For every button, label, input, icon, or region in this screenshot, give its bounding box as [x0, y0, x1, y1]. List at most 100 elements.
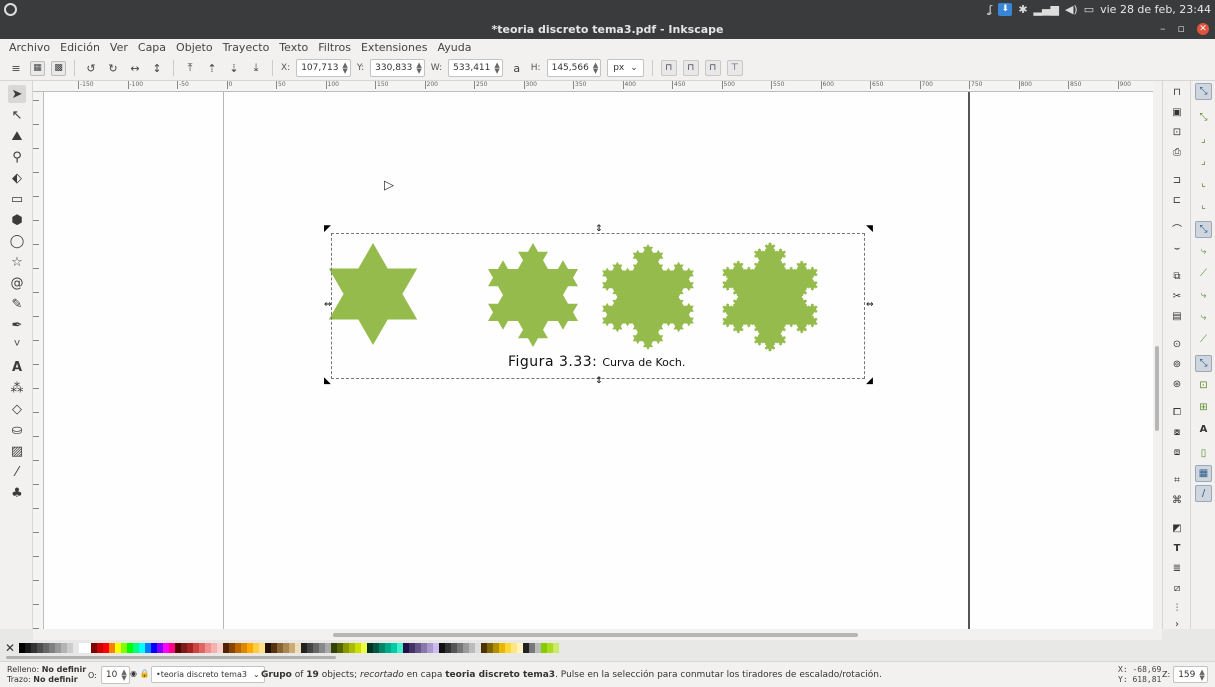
h-input[interactable]: 145,566 ▲ ▼	[546, 59, 602, 77]
select-all-layers-icon[interactable]: ▦	[30, 60, 45, 76]
lower-to-bottom-icon[interactable]: ⤓	[248, 60, 264, 76]
scale-handle-icon[interactable]: ⇕	[595, 377, 603, 386]
snap-text-baseline-icon[interactable]: A	[1195, 421, 1212, 438]
update-icon[interactable]: ⬇	[998, 3, 1013, 16]
chevron-right-icon[interactable]: ›	[1170, 617, 1184, 631]
snap-guides-icon[interactable]: /	[1195, 485, 1212, 502]
scale-handle-icon[interactable]: ◣	[324, 377, 331, 386]
snap-bbox-centers-icon[interactable]: ⌞	[1195, 197, 1212, 214]
zoom-drawing-icon[interactable]: ⊚	[1170, 357, 1184, 371]
x-value[interactable]: 107,713	[301, 63, 338, 73]
export-icon[interactable]: ⊏	[1170, 193, 1184, 207]
snap-page-border-icon[interactable]: ▯	[1195, 445, 1212, 462]
menu-edicion[interactable]: Edición	[60, 41, 100, 54]
wifi-signal-icon[interactable]: ▂▄▆	[1034, 3, 1059, 16]
opacity-value[interactable]: 10	[106, 670, 117, 680]
snap-midpoints-icon[interactable]: ⟋	[1195, 331, 1212, 348]
snap-cusp-nodes-icon[interactable]: ⤷	[1195, 287, 1212, 304]
spin-arrows-icon[interactable]: ▲ ▼	[121, 669, 126, 682]
maximize-icon[interactable]: ▫	[1178, 22, 1185, 35]
open-icon[interactable]: ▣	[1170, 105, 1184, 119]
fill-value[interactable]: No definir	[42, 665, 86, 674]
vertical-ruler[interactable]	[33, 92, 44, 629]
spin-arrows-icon[interactable]: ▲ ▼	[342, 62, 347, 75]
layer-visibility-icon[interactable]: ◉ 🔒	[130, 669, 149, 678]
zoom-input[interactable]: 159 ▲ ▼	[1173, 666, 1208, 683]
snap-bbox-corners-icon[interactable]: ⌟	[1195, 153, 1212, 170]
snap-enable-icon[interactable]: ⤡	[1195, 83, 1212, 100]
snap-bbox-edges-icon[interactable]: ⌟	[1195, 131, 1212, 148]
deselect-icon[interactable]: ▩	[51, 60, 66, 76]
save-icon[interactable]: ⊡	[1170, 125, 1184, 139]
import-icon[interactable]: ⊐	[1170, 173, 1184, 187]
transform-gradients-icon[interactable]: ⊓	[704, 60, 721, 76]
opacity-input[interactable]: 10 ▲ ▼	[100, 666, 130, 684]
zoom-page-icon[interactable]: ⊛	[1170, 377, 1184, 391]
volume-icon[interactable]: ◀)	[1065, 3, 1078, 16]
ungroup-icon[interactable]: ⌘	[1170, 493, 1184, 507]
scale-handle-icon[interactable]: ⇔	[324, 301, 332, 310]
calligraphy-tool-icon[interactable]: ⱽ	[8, 337, 26, 355]
scrollbar-thumb[interactable]	[1155, 346, 1159, 431]
snap-bbox-midpoints-icon[interactable]: ⌞	[1195, 175, 1212, 192]
snap-others-icon[interactable]: ⤡	[1195, 355, 1212, 372]
redo-icon[interactable]: ⌣	[1170, 241, 1184, 255]
no-color-icon[interactable]: ✕	[4, 642, 16, 654]
node-tool-icon[interactable]: ↖	[8, 106, 26, 124]
paste-icon[interactable]: ▤	[1170, 309, 1184, 323]
battery-icon[interactable]: ▭	[1084, 3, 1094, 16]
gradient-tool-icon[interactable]: ▨	[8, 442, 26, 460]
scale-handle-icon[interactable]: ⇕	[595, 225, 603, 234]
lower-icon[interactable]: ⇣	[226, 60, 242, 76]
menu-archivo[interactable]: Archivo	[9, 41, 50, 54]
rotate-ccw-icon[interactable]: ↺	[83, 60, 99, 76]
raise-to-top-icon[interactable]: ⤒	[182, 60, 198, 76]
eraser-tool-icon[interactable]: ◇	[8, 400, 26, 418]
lock-proportions-icon[interactable]: a	[509, 60, 525, 76]
duplicate-icon[interactable]: ⧠	[1170, 405, 1184, 419]
menu-objeto[interactable]: Objeto	[176, 41, 213, 54]
snap-smooth-nodes-icon[interactable]: ⤷	[1195, 309, 1212, 326]
canvas[interactable]: ▷ ◤ ⇕ ◥ ⇔ ⇔ ◣ ⇕ ◢ Figura 3.33: Curva de …	[44, 92, 1153, 629]
w-input[interactable]: 533,411 ▲ ▼	[448, 59, 503, 77]
measure-tool-icon[interactable]: ⬖	[8, 169, 26, 187]
snap-bbox-icon[interactable]: ⤡	[1195, 109, 1212, 126]
3d-box-tool-icon[interactable]: ⬢	[8, 211, 26, 229]
spray-tool-icon[interactable]: ⁂	[8, 379, 26, 397]
zoom-selection-icon[interactable]: ⊙	[1170, 337, 1184, 351]
tweak-tool-icon[interactable]: ⛰	[8, 127, 26, 145]
spin-arrows-icon[interactable]: ▲ ▼	[416, 62, 421, 75]
text-font-icon[interactable]: T	[1170, 541, 1184, 555]
x-input[interactable]: 107,713 ▲ ▼	[296, 59, 351, 77]
new-document-icon[interactable]: ⊓	[1170, 85, 1184, 99]
layer-name[interactable]: •teoria discreto tema3	[156, 670, 247, 679]
spiral-tool-icon[interactable]: @	[8, 274, 26, 292]
scale-stroke-icon[interactable]: ⊓	[660, 60, 677, 76]
snap-centers-icon[interactable]: ⊡	[1195, 377, 1212, 394]
star-tool-icon[interactable]: ☆	[8, 253, 26, 271]
menu-ver[interactable]: Ver	[110, 41, 128, 54]
bluetooth-icon[interactable]: ✱	[1018, 3, 1027, 16]
dropper-tool-icon[interactable]: ⁄	[8, 463, 26, 481]
pen-tool-icon[interactable]: ✒	[8, 316, 26, 334]
select-all-icon[interactable]: ≡	[8, 60, 24, 76]
ellipse-tool-icon[interactable]: ◯	[8, 232, 26, 250]
rectangle-tool-icon[interactable]: ▭	[8, 190, 26, 208]
close-icon[interactable]: ✕	[1197, 22, 1209, 35]
y-value[interactable]: 330,833	[375, 63, 412, 73]
layers-icon[interactable]: ≣	[1170, 561, 1184, 575]
snap-nodes-icon[interactable]: ⤡	[1195, 221, 1212, 238]
xml-editor-icon[interactable]: ⧄	[1170, 581, 1184, 595]
menu-capa[interactable]: Capa	[138, 41, 166, 54]
menu-filtros[interactable]: Filtros	[318, 41, 351, 54]
cut-icon[interactable]: ✂	[1170, 289, 1184, 303]
align-distribute-icon[interactable]: ⫶	[1170, 601, 1184, 615]
chevron-down-icon[interactable]: ⌄	[253, 670, 260, 679]
group-icon[interactable]: ⌗	[1170, 473, 1184, 487]
snap-rotation-centers-icon[interactable]: ⊞	[1195, 399, 1212, 416]
horizontal-scrollbar[interactable]	[33, 629, 1162, 640]
menu-texto[interactable]: Texto	[279, 41, 308, 54]
unit-select[interactable]: px ⌄	[607, 59, 644, 77]
app-menu-icon[interactable]	[4, 3, 17, 16]
y-input[interactable]: 330,833 ▲ ▼	[370, 59, 425, 77]
